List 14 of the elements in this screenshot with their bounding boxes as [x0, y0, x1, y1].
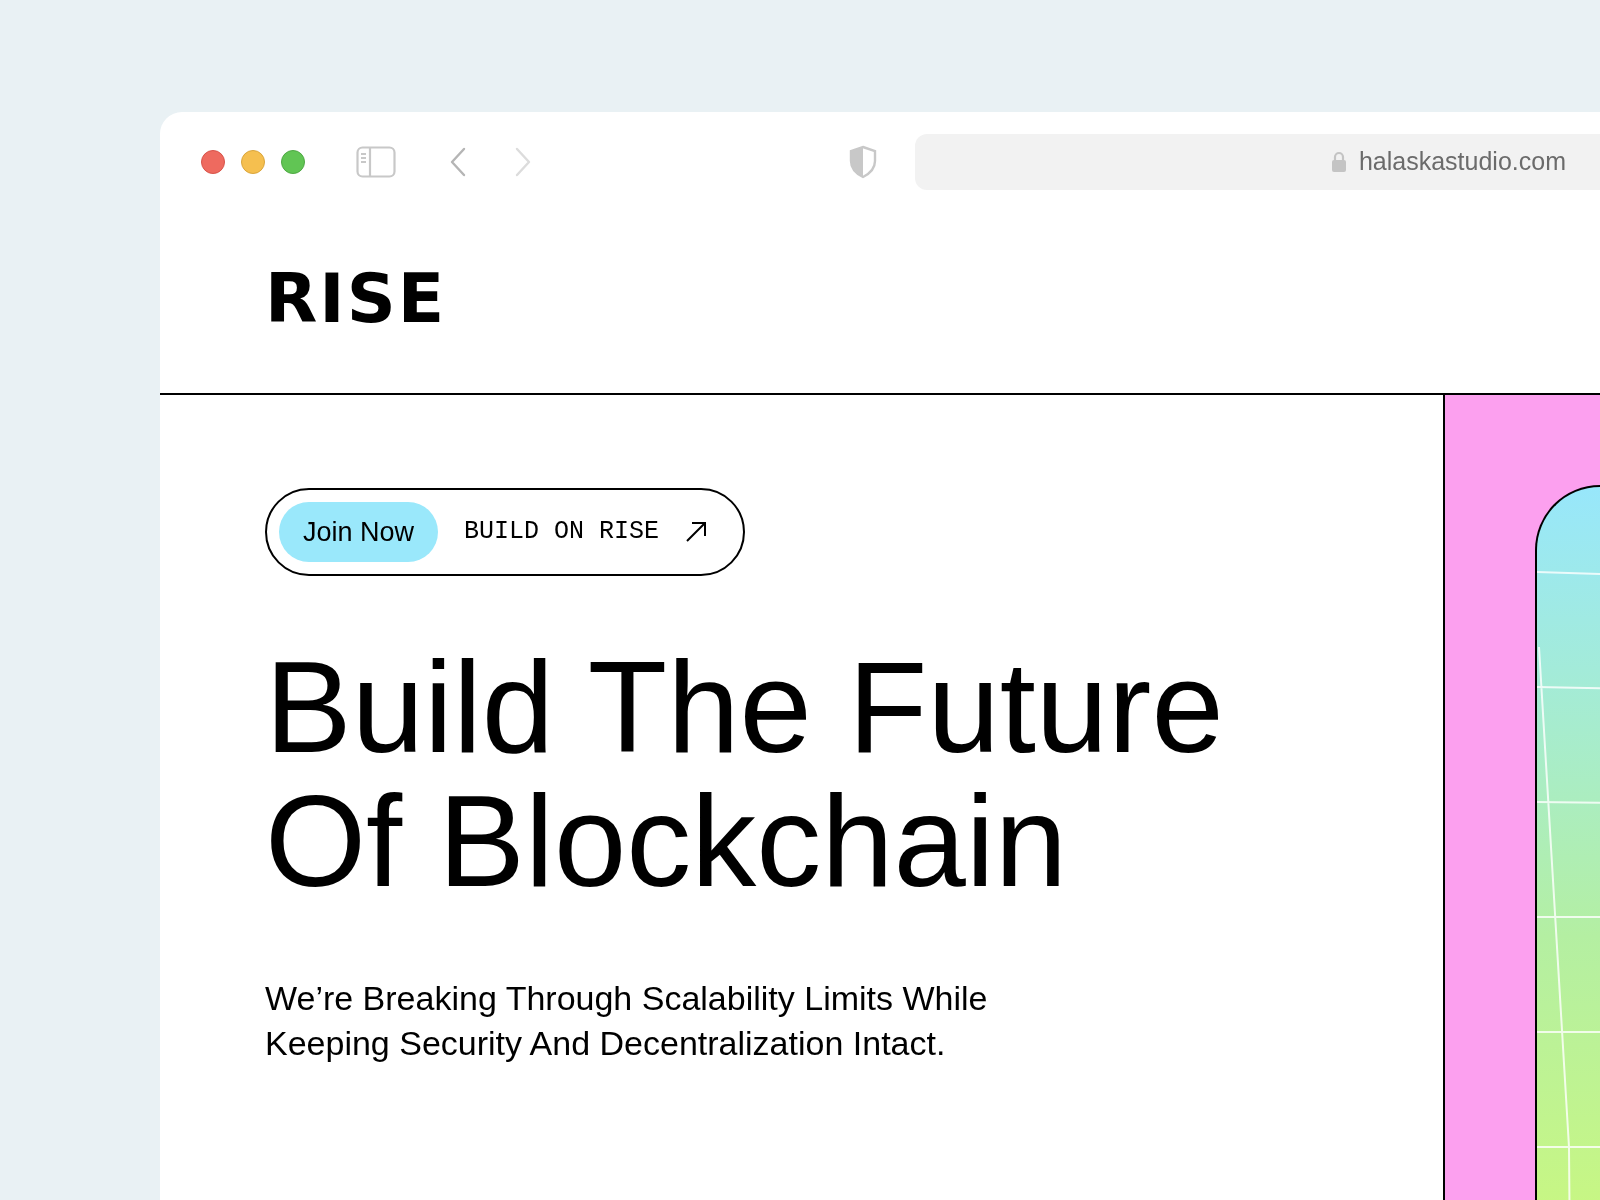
maximize-window-button[interactable] [281, 150, 305, 174]
build-on-rise-link[interactable]: BUILD ON RISE [464, 513, 660, 551]
address-bar[interactable]: halaskastudio.com [915, 134, 1600, 190]
join-now-button[interactable]: Join Now [279, 502, 439, 562]
sidebar-toggle-icon[interactable] [356, 146, 396, 178]
arrow-up-right-icon[interactable] [685, 521, 708, 543]
close-window-button[interactable] [201, 150, 225, 174]
rise-logo[interactable]: RISE [265, 264, 447, 333]
hero-subtitle: We’re Breaking Through Scalability Limits While Keeping Security And Decentralization Intact. [265, 978, 989, 1064]
minimize-window-button[interactable] [241, 150, 265, 174]
hero-heading: Build The Future Of Blockchain [265, 640, 1225, 908]
url-text: halaskastudio.com [1358, 146, 1566, 178]
shield-icon[interactable] [849, 145, 877, 179]
lock-icon [1330, 151, 1347, 173]
